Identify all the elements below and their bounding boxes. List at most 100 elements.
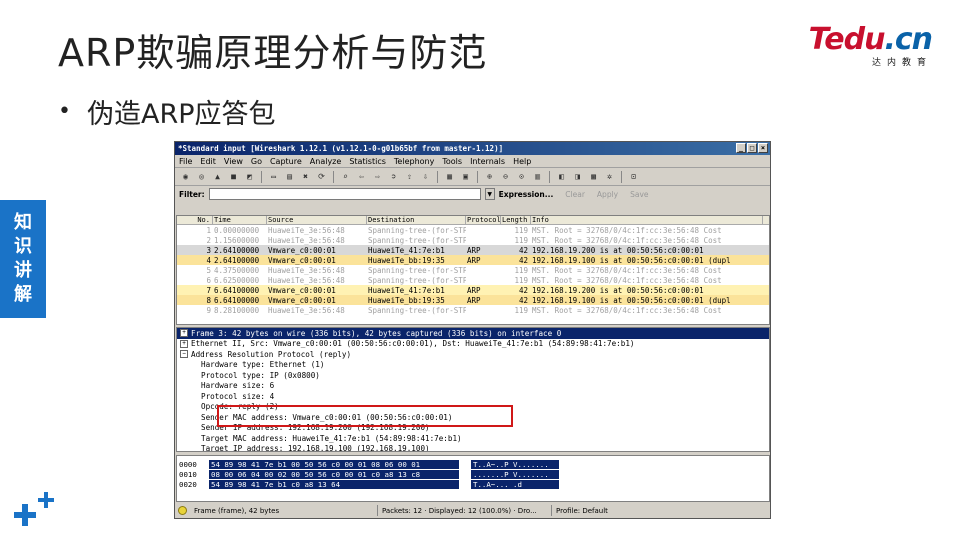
hex-bytes[interactable]: 54 89 98 41 7e b1 c0 a8 13 64 (209, 479, 459, 489)
column-header-no[interactable]: No. (177, 216, 213, 224)
expand-toggle-icon[interactable]: + (180, 339, 188, 348)
apply-button[interactable]: Apply (597, 190, 618, 199)
zoom-out-icon[interactable]: ⊖ (499, 170, 512, 183)
colorize-icon[interactable]: ▦ (443, 170, 456, 183)
menu-item-capture[interactable]: Capture (270, 157, 302, 166)
window-titlebar[interactable]: *Standard input [Wireshark 1.12.1 (v1.12… (175, 142, 770, 155)
status-bar: Frame (frame), 42 bytes Packets: 12 · Di… (176, 504, 770, 517)
packet-cell-src: HuaweiTe_3e:56:48 (268, 235, 345, 245)
detail-line[interactable]: + Ethernet II, Src: Vmware_c0:00:01 (00:5… (177, 339, 769, 350)
detail-line[interactable]: Target IP address: 192.168.19.100 (192.1… (177, 444, 769, 451)
preferences-icon[interactable]: ✲ (603, 170, 616, 183)
close-button[interactable]: × (758, 143, 768, 153)
side-tab-knowledge: 知 识 讲 解 (0, 200, 46, 318)
menu-item-help[interactable]: Help (513, 157, 531, 166)
packet-row[interactable]: 5 4.37500000 HuaweiTe_3e:56:48 Spanning-tre… (177, 265, 769, 275)
hex-bytes[interactable]: 54 89 98 41 7e b1 00 50 56 c0 00 01 08 0… (209, 459, 459, 469)
packet-details-pane[interactable]: + Frame 3: 42 bytes on wire (336 bits), 4… (176, 327, 770, 452)
expert-info-icon[interactable] (178, 506, 187, 515)
find-icon[interactable]: ⌕ (339, 170, 352, 183)
column-header-length[interactable]: Length (501, 216, 531, 224)
packet-cell-dst: HuaweiTe_bb:19:35 (368, 255, 445, 265)
go-back-icon[interactable]: ⇦ (355, 170, 368, 183)
restart-capture-icon[interactable]: ◩ (243, 170, 256, 183)
menu-item-internals[interactable]: Internals (470, 157, 505, 166)
reload-icon[interactable]: ⟳ (315, 170, 328, 183)
zoom-in-icon[interactable]: ⊕ (483, 170, 496, 183)
column-header-info[interactable]: Info (531, 216, 763, 224)
packet-row[interactable]: 1 0.00000000 HuaweiTe_3e:56:48 Spanning-tre… (177, 225, 769, 235)
filter-dropdown-icon[interactable]: ▼ (484, 188, 495, 200)
filter-input[interactable] (208, 188, 481, 200)
expand-toggle-icon[interactable]: − (180, 350, 188, 359)
help-icon[interactable]: ⊡ (627, 170, 640, 183)
packet-row[interactable]: 4 2.64100000 Vmware_c0:00:01 HuaweiTe_bb:19… (177, 255, 769, 265)
expression-button[interactable]: Expression... (499, 190, 554, 199)
packet-row[interactable]: 6 6.62500000 HuaweiTe_3e:56:48 Spanning-tre… (177, 275, 769, 285)
menu-item-go[interactable]: Go (251, 157, 262, 166)
packet-row[interactable]: 9 8.28100000 HuaweiTe_3e:56:48 Spanning-tre… (177, 305, 769, 315)
detail-line[interactable]: Hardware type: Ethernet (1) (177, 360, 769, 371)
expand-toggle-icon[interactable]: + (180, 329, 188, 338)
hex-bytes[interactable]: 08 00 06 04 00 02 00 50 56 c0 00 01 c0 a… (209, 469, 459, 479)
column-header-time[interactable]: Time (213, 216, 267, 224)
packet-row[interactable]: 3 2.64100000 Vmware_c0:00:01 HuaweiTe_41:7e… (177, 245, 769, 255)
display-filters-icon[interactable]: ◨ (571, 170, 584, 183)
stop-capture-icon[interactable]: ■ (227, 170, 240, 183)
start-capture-icon[interactable]: ▲ (211, 170, 224, 183)
packet-cell-len: 119 (514, 235, 528, 245)
coloring-rules-icon[interactable]: ▩ (587, 170, 600, 183)
go-forward-icon[interactable]: ⇨ (371, 170, 384, 183)
column-header-protocol[interactable]: Protocol (466, 216, 501, 224)
detail-text: Ethernet II, Src: Vmware_c0:00:01 (00:50… (191, 339, 635, 349)
detail-line[interactable]: Target MAC address: HuaweiTe_41:7e:b1 (5… (177, 433, 769, 444)
packet-cell-proto: ARP (467, 295, 481, 305)
hex-ascii[interactable]: T..A~... .d (471, 479, 559, 489)
menu-item-statistics[interactable]: Statistics (349, 157, 386, 166)
menu-item-tools[interactable]: Tools (442, 157, 462, 166)
capture-filters-icon[interactable]: ◧ (555, 170, 568, 183)
auto-scroll-icon[interactable]: ▣ (459, 170, 472, 183)
hex-row: 0000 54 89 98 41 7e b1 00 50 56 c0 00 01 … (177, 459, 769, 469)
packet-list[interactable]: No. Time Source Destination Protocol Length In… (176, 215, 770, 325)
menu-bar: File Edit View Go Capture Analyze Statistics Te… (175, 155, 770, 168)
close-file-icon[interactable]: ✖ (299, 170, 312, 183)
last-packet-icon[interactable]: ⇩ (419, 170, 432, 183)
column-header-source[interactable]: Source (267, 216, 367, 224)
menu-item-telephony[interactable]: Telephony (394, 157, 434, 166)
go-to-packet-icon[interactable]: ➲ (387, 170, 400, 183)
packet-row[interactable]: 7 6.64100000 Vmware_c0:00:01 HuaweiTe_41:7e… (177, 285, 769, 295)
detail-line[interactable]: Protocol type: IP (0x0800) (177, 370, 769, 381)
detail-line[interactable]: − Address Resolution Protocol (reply) (177, 349, 769, 360)
save-button[interactable]: Save (630, 190, 648, 199)
first-packet-icon[interactable]: ⇪ (403, 170, 416, 183)
detail-line[interactable]: + Frame 3: 42 bytes on wire (336 bits), 4… (177, 328, 769, 339)
menu-item-analyze[interactable]: Analyze (310, 157, 342, 166)
open-file-icon[interactable]: ▭ (267, 170, 280, 183)
status-profile[interactable]: Profile: Default (552, 505, 672, 516)
maximize-button[interactable]: □ (747, 143, 757, 153)
plus-decoration-icon (14, 492, 54, 526)
hex-ascii[interactable]: T..A~..P V....... (471, 459, 559, 469)
packet-row[interactable]: 2 1.15600000 HuaweiTe_3e:56:48 Spanning-tre… (177, 235, 769, 245)
hex-ascii[interactable]: .......P V....... (471, 469, 559, 479)
normal-size-icon[interactable]: ⊙ (515, 170, 528, 183)
capture-options-icon[interactable]: ◎ (195, 170, 208, 183)
packet-cell-dst: Spanning-tree-(for-STP (368, 265, 466, 275)
clear-button[interactable]: Clear (565, 190, 585, 199)
save-file-icon[interactable]: ▤ (283, 170, 296, 183)
minimize-button[interactable]: _ (736, 143, 746, 153)
menu-item-edit[interactable]: Edit (200, 157, 216, 166)
detail-line[interactable]: Hardware size: 6 (177, 381, 769, 392)
packet-cell-len: 119 (514, 275, 528, 285)
column-header-destination[interactable]: Destination (367, 216, 466, 224)
detail-line[interactable]: Protocol size: 4 (177, 391, 769, 402)
menu-item-view[interactable]: View (224, 157, 243, 166)
resize-columns-icon[interactable]: ▥ (531, 170, 544, 183)
interface-list-icon[interactable]: ◉ (179, 170, 192, 183)
bullet-text: 伪造ARP应答包 (86, 99, 276, 130)
packet-row[interactable]: 8 6.64100000 Vmware_c0:00:01 HuaweiTe_bb:19… (177, 295, 769, 305)
packet-bytes-pane[interactable]: 0000 54 89 98 41 7e b1 00 50 56 c0 00 01 … (176, 455, 770, 502)
menu-item-file[interactable]: File (179, 157, 192, 166)
packet-cell-src: Vmware_c0:00:01 (268, 255, 336, 265)
